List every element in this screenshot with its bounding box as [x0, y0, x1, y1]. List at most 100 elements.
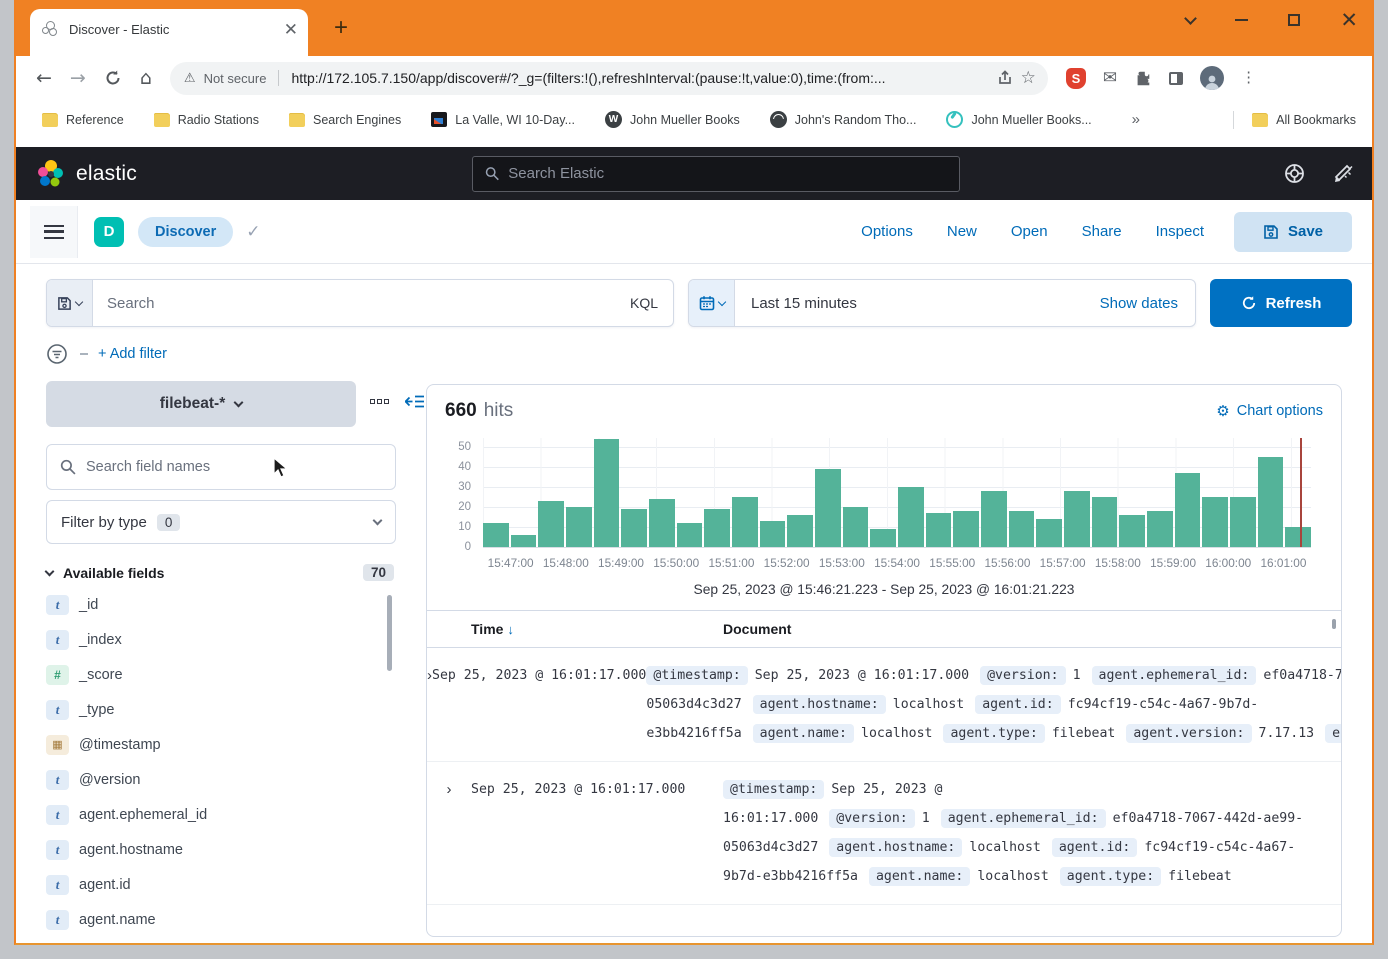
maximize-icon[interactable] [1288, 14, 1300, 26]
back-icon[interactable]: ← [36, 67, 52, 89]
doc-field-pill[interactable]: agent.hostname: [829, 838, 962, 857]
new-tab-button[interactable]: + [334, 16, 348, 40]
histogram-bar[interactable] [760, 521, 786, 547]
histogram-bar[interactable] [926, 513, 952, 547]
histogram-bar[interactable] [1009, 511, 1035, 547]
doc-field-pill[interactable]: agent.id: [975, 695, 1060, 714]
sort-descending-icon[interactable]: ↓ [507, 622, 514, 637]
bookmark-item[interactable]: WJohn Mueller Books [605, 111, 740, 128]
search-input[interactable] [93, 295, 615, 312]
table-row[interactable]: ›Sep 25, 2023 @ 16:01:17.000@timestamp:S… [427, 762, 1341, 905]
bookmark-item[interactable]: John's Random Tho... [770, 111, 917, 128]
histogram-bar[interactable] [621, 509, 647, 547]
field-options-icon[interactable] [370, 399, 389, 404]
time-picker[interactable]: Last 15 minutes Show dates [688, 279, 1196, 327]
nav-menu-button[interactable] [30, 206, 78, 258]
doc-field-pill[interactable]: @version: [980, 666, 1065, 685]
available-fields-header[interactable]: Available fields 70 [46, 564, 396, 581]
histogram-bar[interactable] [1064, 491, 1090, 547]
bookmark-star-icon[interactable]: ☆ [1021, 68, 1036, 88]
extensions-puzzle-icon[interactable] [1134, 69, 1152, 87]
histogram-bar[interactable] [566, 507, 592, 547]
field-item[interactable]: tagent.ephemeral_id [46, 797, 396, 832]
doc-field-pill[interactable]: @timestamp: [723, 780, 824, 799]
query-language-button[interactable]: KQL [615, 295, 673, 311]
doc-field-pill[interactable]: agent.name: [753, 724, 854, 743]
newsfeed-icon[interactable] [1333, 163, 1354, 184]
menu-item-share[interactable]: Share [1082, 223, 1122, 240]
histogram-bar[interactable] [1202, 497, 1228, 547]
histogram-bar[interactable] [898, 487, 924, 547]
menu-item-new[interactable]: New [947, 223, 977, 240]
menu-item-options[interactable]: Options [861, 223, 913, 240]
histogram-bar[interactable] [1285, 527, 1311, 547]
doc-field-pill[interactable]: agent.name: [869, 867, 970, 886]
save-button[interactable]: Save [1234, 212, 1352, 252]
home-icon[interactable]: ⌂ [140, 67, 152, 89]
histogram-bar[interactable] [981, 491, 1007, 547]
field-item[interactable]: t_id [46, 587, 396, 622]
field-item[interactable]: ▦@timestamp [46, 727, 396, 762]
sidebar-scrollbar[interactable] [387, 595, 392, 671]
histogram-bar[interactable] [787, 515, 813, 547]
histogram-bar[interactable] [843, 507, 869, 547]
bookmark-item[interactable]: Reference [42, 113, 124, 127]
share-icon[interactable] [997, 70, 1013, 86]
histogram-bar[interactable] [1230, 497, 1256, 547]
saved-query-menu-button[interactable] [47, 280, 93, 326]
table-row[interactable]: ›Sep 25, 2023 @ 16:01:17.000@timestamp:S… [427, 648, 1341, 762]
field-item[interactable]: t_type [46, 692, 396, 727]
chrome-menu-icon[interactable]: ⋮ [1241, 76, 1256, 80]
histogram-bar[interactable] [594, 439, 620, 547]
bookmark-item[interactable]: Search Engines [289, 113, 401, 127]
index-pattern-selector[interactable]: filebeat-* [46, 381, 356, 427]
show-dates-button[interactable]: Show dates [1100, 295, 1195, 312]
doc-field-pill[interactable]: agent.hostname: [753, 695, 886, 714]
bookmark-item[interactable]: John Mueller Books... [946, 111, 1091, 128]
collapse-sidebar-icon[interactable] [405, 393, 425, 410]
doc-field-pill[interactable]: agent.id: [1052, 838, 1137, 857]
histogram-bar[interactable] [1119, 515, 1145, 547]
menu-item-inspect[interactable]: Inspect [1156, 223, 1204, 240]
field-item[interactable]: #_score [46, 657, 396, 692]
bookmark-item[interactable]: La Valle, WI 10-Day... [431, 112, 575, 127]
field-search-box[interactable] [46, 444, 396, 490]
histogram-bar[interactable] [1147, 511, 1173, 547]
minimize-icon[interactable] [1235, 19, 1248, 21]
doc-field-pill[interactable]: agent.ephemeral_id: [1092, 666, 1257, 685]
tab-close-icon[interactable]: ✕ [284, 21, 298, 38]
breadcrumb[interactable]: Discover [138, 217, 233, 247]
histogram-bar[interactable] [1175, 473, 1201, 547]
field-search-input[interactable] [86, 459, 382, 475]
filter-by-type-dropdown[interactable]: Filter by type 0 [46, 500, 396, 544]
forward-icon[interactable]: → [70, 67, 86, 89]
bookmarks-overflow-icon[interactable]: » [1132, 111, 1140, 128]
histogram-bar[interactable] [953, 511, 979, 547]
reload-icon[interactable] [104, 69, 122, 87]
histogram-bar[interactable] [1036, 519, 1062, 547]
histogram-bar[interactable] [732, 497, 758, 547]
histogram-bar[interactable] [677, 523, 703, 547]
add-filter-button[interactable]: + Add filter [98, 346, 167, 362]
url-text[interactable]: http://172.105.7.150/app/discover#/?_g=(… [291, 70, 988, 86]
kql-search-bar[interactable]: KQL [46, 279, 674, 327]
browser-tab[interactable]: Discover - Elastic ✕ [30, 9, 308, 56]
histogram-bar[interactable] [1092, 497, 1118, 547]
space-badge[interactable]: D [94, 217, 124, 247]
field-item[interactable]: tagent.name [46, 902, 396, 937]
menu-item-open[interactable]: Open [1011, 223, 1048, 240]
field-item[interactable]: tagent.id [46, 867, 396, 902]
time-range-value[interactable]: Last 15 minutes [735, 295, 1100, 312]
histogram-bar[interactable] [815, 469, 841, 547]
histogram-bar[interactable] [649, 499, 675, 547]
table-scrollbar[interactable] [1332, 619, 1336, 629]
all-bookmarks[interactable]: All Bookmarks [1233, 111, 1356, 129]
doc-field-pill[interactable]: agent.type: [943, 724, 1044, 743]
ghostery-extension-icon[interactable]: S [1066, 68, 1086, 89]
profile-avatar[interactable] [1200, 66, 1224, 90]
time-column-header[interactable]: Time ↓ [471, 621, 723, 637]
histogram-bar[interactable] [704, 509, 730, 547]
doc-field-pill[interactable]: @version: [829, 809, 914, 828]
doc-field-pill[interactable]: @timestamp: [646, 666, 747, 685]
global-search-input[interactable] [508, 165, 947, 182]
